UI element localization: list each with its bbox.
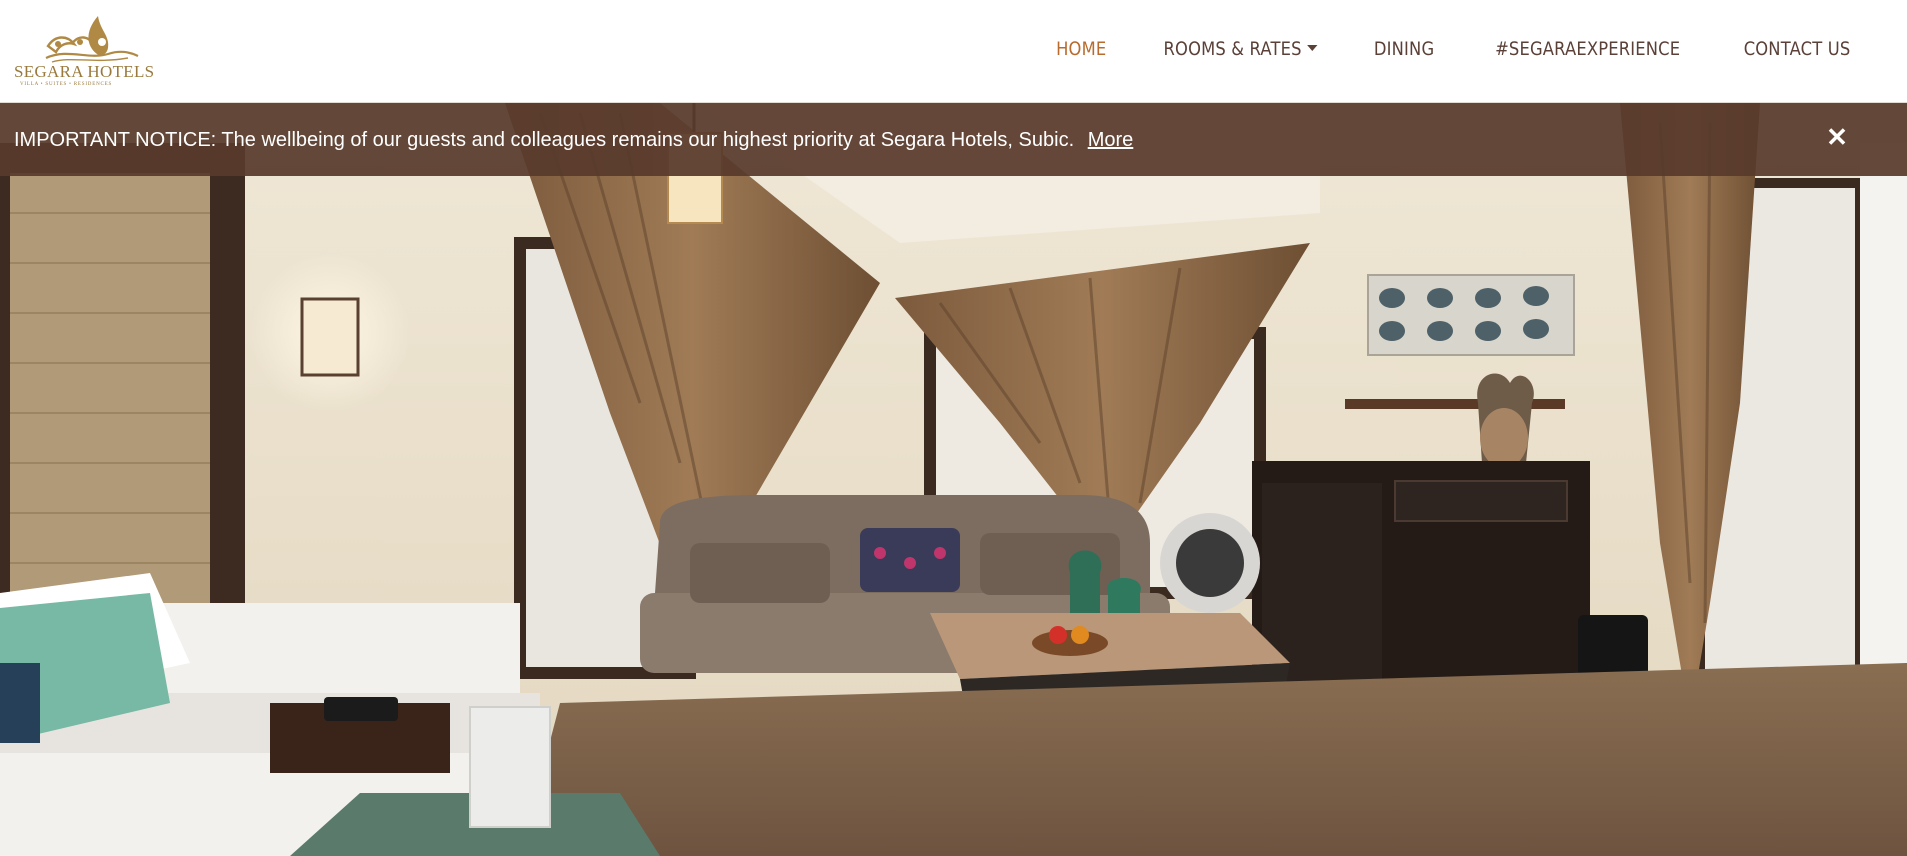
nav-rooms-rates[interactable]: ROOMS & RATES: [1146, 38, 1334, 60]
brand-tagline: VILLA • SUITES • RESIDENCES: [20, 82, 113, 87]
brand-name: SEGARA HOTELS: [14, 62, 155, 81]
caret-down-icon: [1306, 45, 1317, 51]
notice-more-link[interactable]: More: [1088, 129, 1134, 151]
site-header: SEGARA HOTELS VILLA • SUITES • RESIDENCE…: [0, 0, 1907, 103]
hotel-room-photo-icon: [0, 103, 1907, 856]
lotus-logo-icon: [45, 16, 139, 63]
nav-segara-experience[interactable]: #SEGARAEXPERIENCE: [1477, 38, 1697, 60]
brand-logo[interactable]: SEGARA HOTELS VILLA • SUITES • RESIDENCE…: [12, 12, 162, 88]
important-notice-bar: IMPORTANT NOTICE: The wellbeing of our g…: [0, 103, 1907, 176]
nav-contact-us[interactable]: CONTACT US: [1726, 38, 1867, 60]
nav-rooms-rates-label: ROOMS & RATES: [1163, 38, 1302, 60]
nav-dining[interactable]: DINING: [1357, 38, 1452, 60]
nav-dining-label: DINING: [1374, 38, 1435, 60]
nav-home-label: HOME: [1056, 38, 1107, 60]
hero-room-image: [0, 103, 1907, 856]
notice-text: IMPORTANT NOTICE: The wellbeing of our g…: [14, 129, 1075, 151]
notice-message: IMPORTANT NOTICE: The wellbeing of our g…: [14, 129, 1133, 152]
nav-home[interactable]: HOME: [1039, 38, 1124, 60]
close-icon[interactable]: ✕: [1823, 123, 1851, 151]
nav-segara-experience-label: #SEGARAEXPERIENCE: [1494, 38, 1680, 60]
nav-contact-us-label: CONTACT US: [1743, 38, 1851, 60]
main-nav: HOME ROOMS & RATES DINING #SEGARAEXPERIE…: [1032, 38, 1879, 60]
